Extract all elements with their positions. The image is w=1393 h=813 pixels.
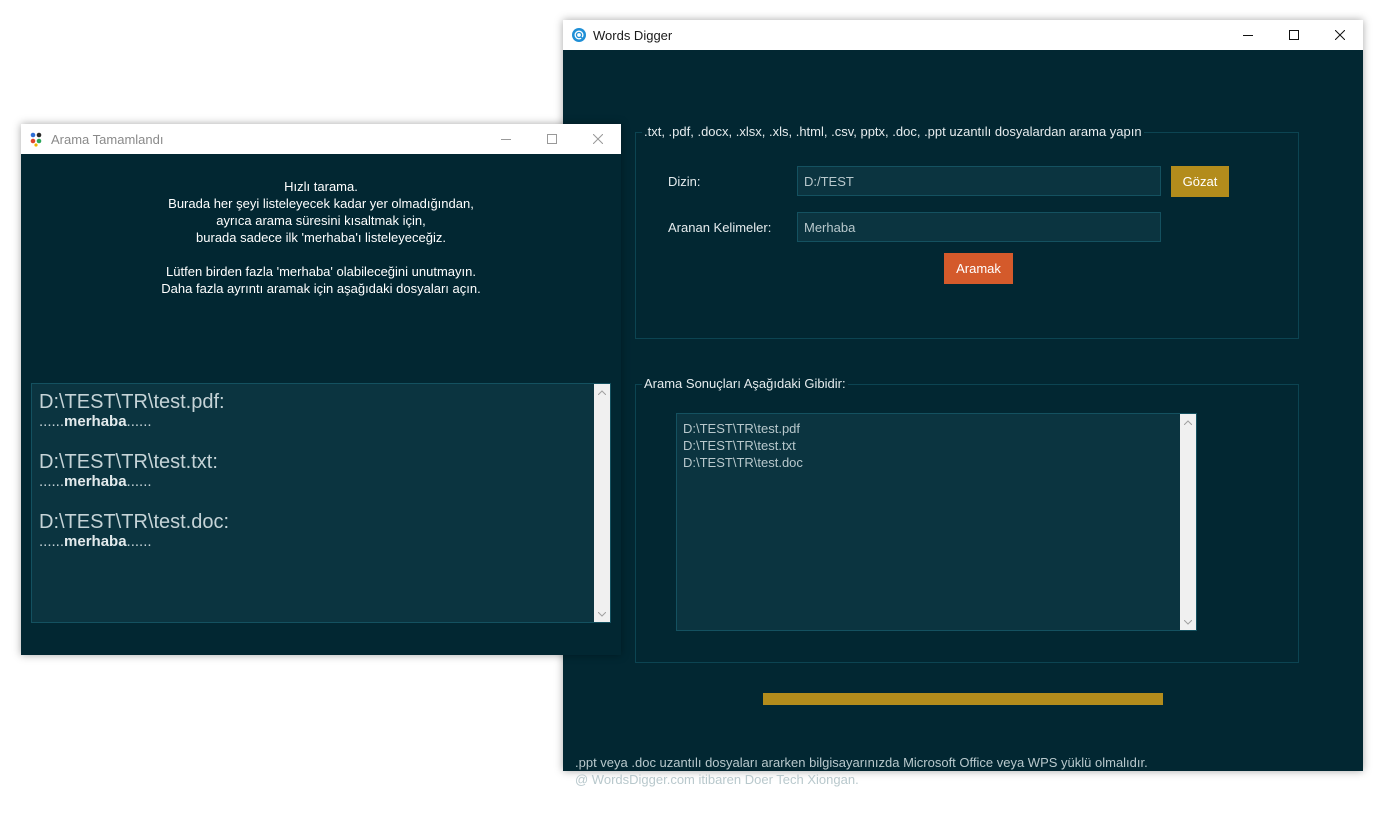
close-icon[interactable] — [575, 124, 621, 154]
message-line: Daha fazla ayrıntı aramak için aşağıdaki… — [161, 281, 481, 296]
results-list-item[interactable]: D:\TEST\TR\test.txt — [683, 437, 1190, 454]
match-details-pane[interactable]: D:\TEST\TR\test.pdf: ......merhaba......… — [31, 383, 611, 623]
search-summary-message: Hızlı tarama. Burada her şeyi listeleyec… — [21, 178, 621, 297]
scroll-down-icon[interactable] — [1180, 614, 1196, 630]
done-window-title: Arama Tamamlandı — [51, 131, 164, 147]
directory-label: Dizin: — [668, 174, 701, 189]
results-groupbox: Arama Sonuçları Aşağıdaki Gibidir: D:\TE… — [635, 376, 1299, 663]
message-line: Burada her şeyi listeleyecek kadar yer o… — [168, 196, 474, 211]
done-window-controls — [483, 124, 621, 154]
main-window-controls — [1225, 20, 1363, 50]
search-groupbox: .txt, .pdf, .docx, .xlsx, .xls, .html, .… — [635, 124, 1299, 339]
done-window-body: Hızlı tarama. Burada her şeyi listeleyec… — [21, 154, 621, 655]
scroll-up-icon[interactable] — [594, 384, 610, 400]
keywords-label: Aranan Kelimeler: — [668, 220, 772, 235]
minimize-icon[interactable] — [483, 124, 529, 154]
message-line: Lütfen birden fazla 'merhaba' olabileceğ… — [166, 264, 476, 279]
minimize-icon[interactable] — [1225, 20, 1271, 50]
message-line: burada sadece ilk 'merhaba'ı listeleyece… — [196, 230, 446, 245]
search-progress-bar — [763, 693, 1163, 705]
message-line: Hızlı tarama. — [284, 179, 358, 194]
directory-input[interactable]: D:/TEST — [797, 166, 1161, 196]
words-digger-app-icon — [571, 27, 587, 43]
search-complete-window: Arama Tamamlandı Hızlı tarama. Burada he… — [21, 124, 621, 655]
match-entry: D:\TEST\TR\test.doc: ......merhaba...... — [39, 511, 229, 551]
app-dots-icon — [29, 131, 45, 147]
words-digger-window: Words Digger .txt, .pdf, .docx, .xlsx, .… — [563, 20, 1363, 787]
maximize-icon[interactable] — [529, 124, 575, 154]
details-scrollbar[interactable] — [594, 384, 610, 622]
results-list[interactable]: D:\TEST\TR\test.pdf D:\TEST\TR\test.txt … — [676, 413, 1197, 631]
search-group-legend: .txt, .pdf, .docx, .xlsx, .xls, .html, .… — [642, 124, 1144, 139]
results-list-item[interactable]: D:\TEST\TR\test.doc — [683, 454, 1190, 471]
match-snippet: ......merhaba...... — [39, 413, 152, 430]
match-snippet: ......merhaba...... — [39, 533, 152, 550]
search-button[interactable]: Aramak — [944, 253, 1013, 284]
close-icon[interactable] — [1317, 20, 1363, 50]
match-snippet: ......merhaba...... — [39, 473, 152, 490]
scroll-down-icon[interactable] — [594, 606, 610, 622]
results-group-legend: Arama Sonuçları Aşağıdaki Gibidir: — [642, 376, 848, 391]
scroll-up-icon[interactable] — [1180, 414, 1196, 430]
match-entry: D:\TEST\TR\test.txt: ......merhaba...... — [39, 451, 218, 491]
maximize-icon[interactable] — [1271, 20, 1317, 50]
browse-button[interactable]: Gözat — [1171, 166, 1229, 197]
footer-copyright: @ WordsDigger.com itibaren Doer Tech Xio… — [575, 772, 859, 787]
footer-note: .ppt veya .doc uzantılı dosyaları ararke… — [575, 755, 1148, 770]
match-file-path: D:\TEST\TR\test.doc: — [39, 511, 230, 533]
main-titlebar[interactable]: Words Digger — [563, 20, 1363, 50]
results-scrollbar[interactable] — [1180, 414, 1196, 630]
message-line — [21, 246, 621, 263]
match-entry: D:\TEST\TR\test.pdf: ......merhaba...... — [39, 391, 225, 431]
main-window-body: .txt, .pdf, .docx, .xlsx, .xls, .html, .… — [563, 50, 1363, 787]
match-file-path: D:\TEST\TR\test.txt: — [39, 451, 218, 473]
main-window-title: Words Digger — [593, 27, 673, 43]
match-file-path: D:\TEST\TR\test.pdf: — [39, 391, 225, 413]
results-list-item[interactable]: D:\TEST\TR\test.pdf — [683, 420, 1190, 437]
keywords-input[interactable]: Merhaba — [797, 212, 1161, 242]
message-line: ayrıca arama süresini kısaltmak için, — [216, 213, 426, 228]
progress-fill — [763, 693, 1163, 705]
done-titlebar[interactable]: Arama Tamamlandı — [21, 124, 621, 154]
